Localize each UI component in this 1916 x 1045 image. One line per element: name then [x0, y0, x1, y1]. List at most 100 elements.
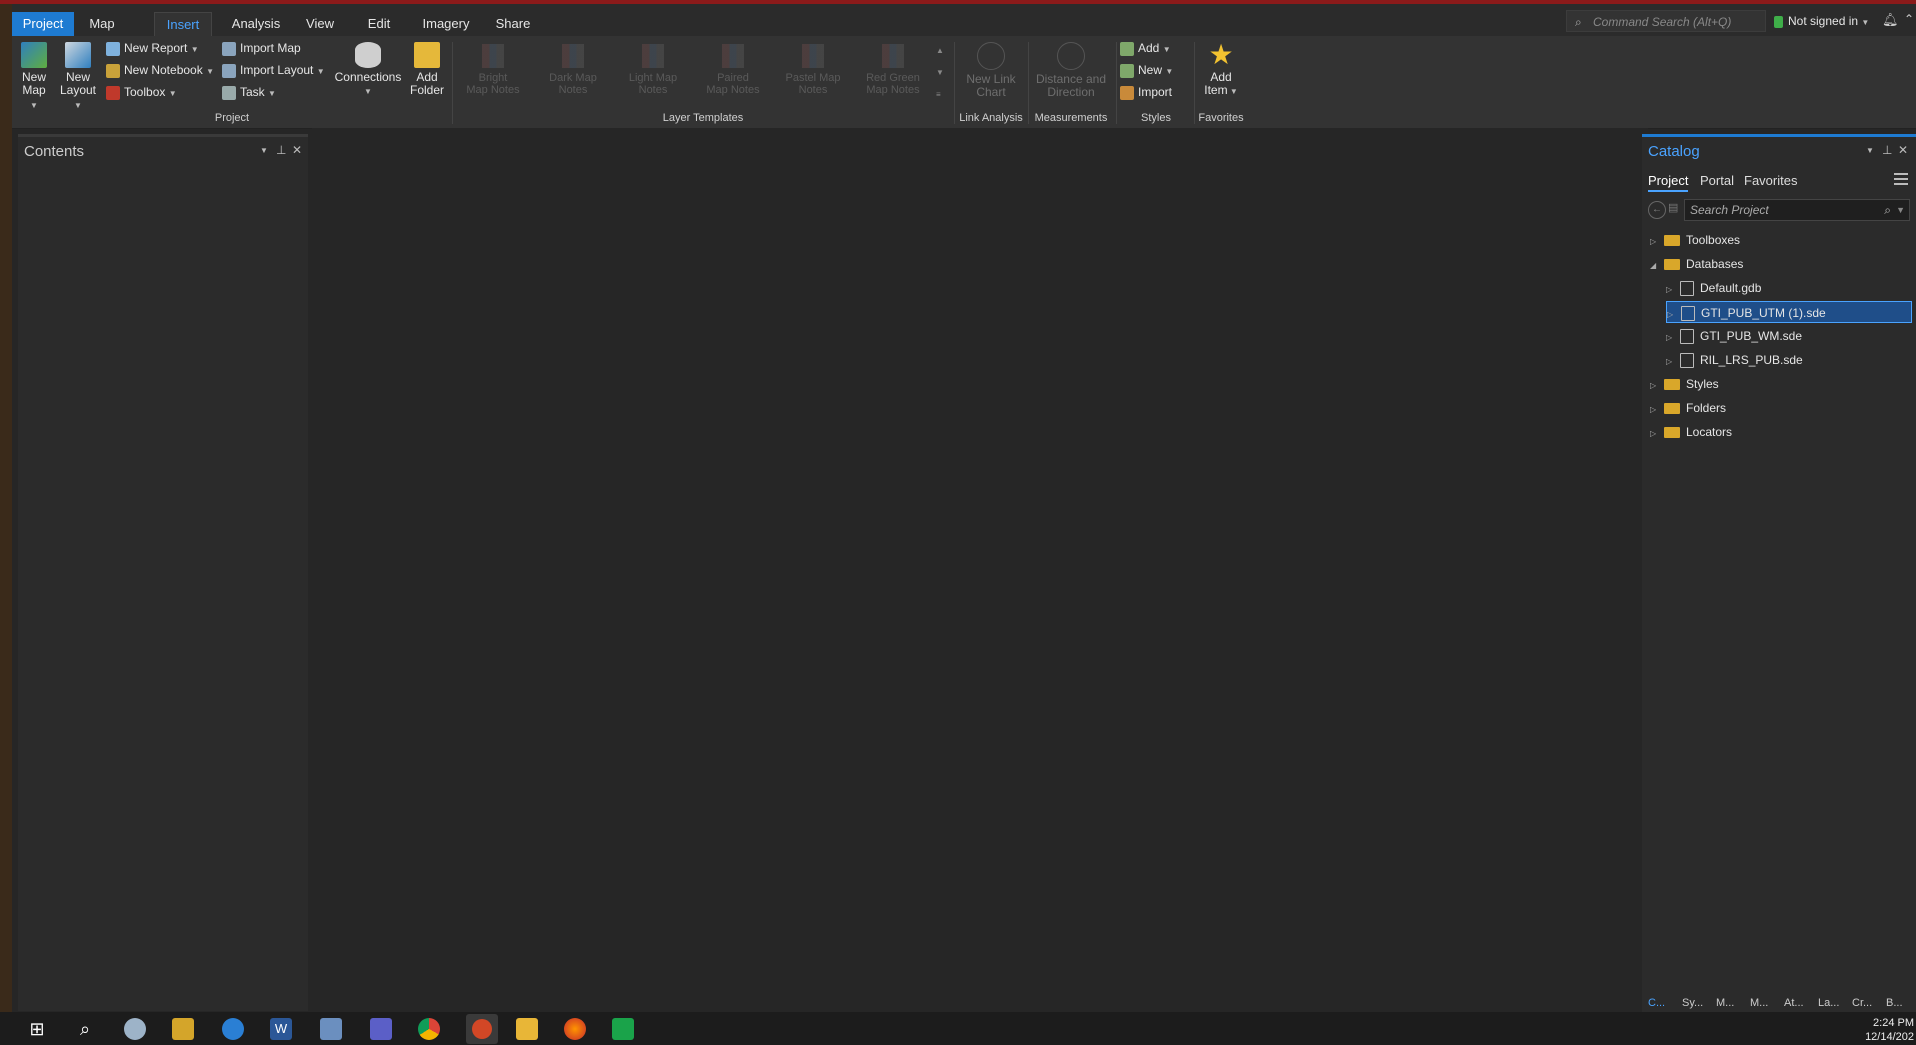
chevron-down-icon: ▼ — [364, 87, 372, 96]
bottom-tab[interactable]: B... — [1886, 997, 1903, 1009]
bottom-tab[interactable]: La... — [1818, 997, 1839, 1009]
tab-map[interactable]: Map — [80, 12, 124, 36]
toolbox-button[interactable]: Toolbox ▼ — [106, 82, 177, 102]
file-explorer-icon[interactable] — [516, 1018, 538, 1040]
expand-icon[interactable]: ▷ — [1666, 327, 1676, 349]
tab-analysis[interactable]: Analysis — [224, 12, 288, 36]
expand-icon[interactable]: ▷ — [1650, 423, 1660, 445]
tab-share[interactable]: Share — [490, 12, 536, 36]
connections-button[interactable]: Connections ▼ — [332, 42, 404, 98]
tree-item-locators[interactable]: ▷ Locators — [1650, 421, 1732, 443]
tree-item-gti-pub-wm[interactable]: ▷ GTI_PUB_WM.sde — [1666, 325, 1802, 347]
expand-icon[interactable]: ▷ — [1666, 351, 1676, 373]
pin-icon[interactable]: ⊥ — [276, 143, 286, 157]
powerpoint-active-icon[interactable] — [466, 1014, 498, 1044]
new-map-button[interactable]: New Map ▼ — [18, 42, 50, 112]
expand-icon[interactable]: ▷ — [1650, 375, 1660, 397]
new-link-chart-button[interactable]: New Link Chart — [960, 42, 1022, 99]
bottom-tab[interactable]: At... — [1784, 997, 1804, 1009]
tree-item-styles[interactable]: ▷ Styles — [1650, 373, 1719, 395]
add-folder-button[interactable]: Add Folder — [408, 42, 446, 97]
style-import-icon — [1120, 85, 1134, 100]
template-red-green[interactable]: Red Green Map Notes — [858, 44, 928, 96]
tree-item-ril-lrs-pub[interactable]: ▷ RIL_LRS_PUB.sde — [1666, 349, 1803, 371]
command-search-input[interactable]: ⌕ Command Search (Alt+Q) — [1566, 10, 1766, 32]
bottom-tab[interactable]: C... — [1648, 997, 1665, 1009]
tab-insert[interactable]: Insert — [154, 12, 212, 37]
windows-start-icon[interactable]: ⊞ — [26, 1018, 48, 1040]
task-label: Task — [240, 85, 265, 99]
arcgis-globe-icon[interactable] — [124, 1018, 146, 1040]
new-report-button[interactable]: New Report ▼ — [106, 38, 199, 58]
tree-label: GTI_PUB_UTM (1).sde — [1701, 306, 1826, 320]
tab-edit[interactable]: Edit — [360, 12, 398, 36]
tab-project[interactable]: Project — [12, 12, 74, 36]
back-icon[interactable]: ← — [1648, 201, 1666, 219]
styles-import-button[interactable]: Import — [1120, 82, 1172, 102]
browser-icon[interactable] — [222, 1018, 244, 1040]
up-level-icon[interactable]: ▤ — [1668, 201, 1682, 217]
task-button[interactable]: Task ▼ — [222, 82, 276, 102]
expand-icon[interactable]: ▷ — [1650, 231, 1660, 253]
teams-icon[interactable] — [370, 1018, 392, 1040]
pane-options-icon[interactable]: ▼ — [260, 146, 268, 155]
folder-add-icon — [414, 42, 440, 68]
system-clock[interactable]: 2:24 PM 12/14/202 — [1865, 1016, 1914, 1044]
bottom-tab[interactable]: M... — [1750, 997, 1768, 1009]
taskbar: ⊞ ⌕ W 2:24 PM 12/14/202 — [0, 1012, 1916, 1045]
menu-icon[interactable] — [1894, 173, 1908, 188]
new-layout-button[interactable]: New Layout ▼ — [58, 42, 98, 112]
chrome-icon[interactable] — [418, 1018, 440, 1040]
chat-app-icon[interactable] — [612, 1018, 634, 1040]
catalog-search-input[interactable]: Search Project ⌕ ▼ — [1684, 199, 1910, 221]
template-light[interactable]: Light Map Notes — [618, 44, 688, 96]
tree-item-gti-pub-utm[interactable]: ▷ GTI_PUB_UTM (1).sde — [1666, 301, 1912, 323]
collapse-ribbon-icon[interactable]: ⌃ — [1904, 12, 1914, 26]
add-item-button[interactable]: ★ Add Item ▼ — [1198, 41, 1244, 98]
search-icon[interactable]: ⌕ — [74, 1018, 96, 1040]
catalog-tab-project[interactable]: Project — [1648, 173, 1689, 192]
expand-icon[interactable]: ▷ — [1666, 279, 1676, 301]
template-paired[interactable]: Paired Map Notes — [698, 44, 768, 96]
sign-in-button[interactable]: Not signed in ▼ — [1774, 10, 1869, 32]
tree-item-databases[interactable]: ◢ Databases — [1650, 253, 1743, 275]
styles-add-button[interactable]: Add ▼ — [1120, 38, 1171, 58]
pin-icon[interactable]: ⊥ — [1882, 143, 1892, 157]
new-map-label-1: New — [21, 70, 46, 84]
app-icon[interactable] — [172, 1018, 194, 1040]
close-icon[interactable]: ✕ — [1898, 143, 1908, 157]
tree-label: RIL_LRS_PUB.sde — [1700, 353, 1803, 367]
notification-bell-icon[interactable]: 🔔︎ — [1882, 12, 1899, 28]
template-pastel[interactable]: Pastel Map Notes — [778, 44, 848, 96]
distance-direction-button[interactable]: Distance and Direction — [1030, 42, 1112, 99]
catalog-tab-favorites[interactable]: Favorites — [1744, 173, 1797, 188]
tab-view[interactable]: View — [300, 12, 340, 36]
close-icon[interactable]: ✕ — [292, 143, 302, 157]
remote-desktop-icon[interactable] — [320, 1018, 342, 1040]
new-notebook-button[interactable]: New Notebook ▼ — [106, 60, 214, 80]
tree-item-default-gdb[interactable]: ▷ Default.gdb — [1666, 277, 1761, 299]
firefox-icon[interactable] — [564, 1018, 586, 1040]
word-icon[interactable]: W — [270, 1018, 292, 1040]
bottom-tab[interactable]: M... — [1716, 997, 1734, 1009]
expand-icon[interactable]: ▷ — [1650, 399, 1660, 421]
bottom-tab[interactable]: Sy... — [1682, 997, 1703, 1009]
import-layout-button[interactable]: Import Layout ▼ — [222, 60, 325, 80]
chevron-down-icon: ▼ — [168, 89, 177, 98]
styles-new-button[interactable]: New ▼ — [1120, 60, 1173, 80]
gallery-scroll-icon[interactable]: ▲ ▼ ≡ — [936, 40, 944, 106]
tree-item-toolboxes[interactable]: ▷ Toolboxes — [1650, 229, 1740, 251]
template-icon — [482, 44, 504, 68]
expand-icon[interactable]: ▷ — [1667, 304, 1677, 326]
collapse-icon[interactable]: ◢ — [1650, 255, 1660, 277]
tree-item-folders[interactable]: ▷ Folders — [1650, 397, 1726, 419]
import-map-button[interactable]: Import Map — [222, 38, 301, 58]
catalog-tab-portal[interactable]: Portal — [1700, 173, 1734, 188]
template-bright[interactable]: Bright Map Notes — [458, 44, 528, 96]
bottom-tab[interactable]: Cr... — [1852, 997, 1872, 1009]
clock-date: 12/14/202 — [1865, 1031, 1914, 1043]
tab-imagery[interactable]: Imagery — [416, 12, 476, 36]
template-dark[interactable]: Dark Map Notes — [538, 44, 608, 96]
powerpoint-icon — [472, 1019, 492, 1039]
pane-options-icon[interactable]: ▼ — [1866, 146, 1874, 155]
